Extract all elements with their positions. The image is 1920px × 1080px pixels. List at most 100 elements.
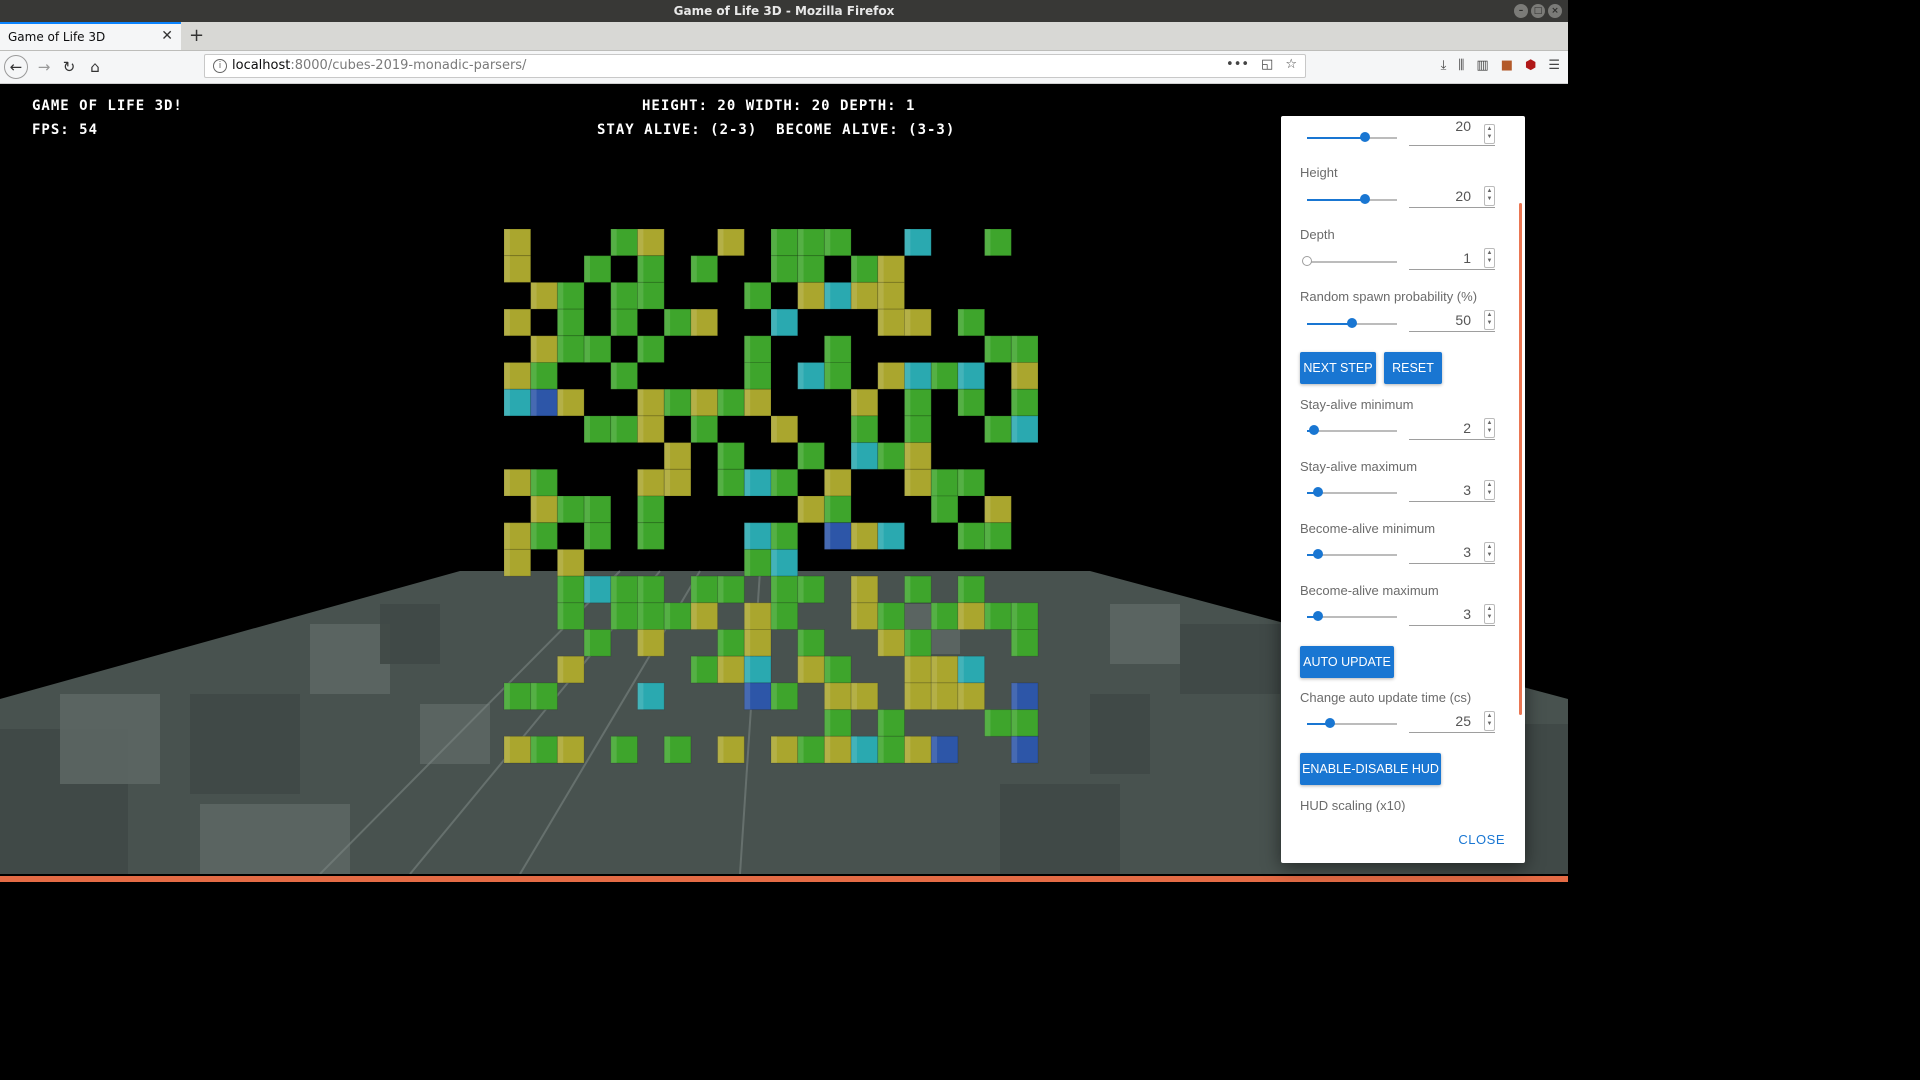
reset-button[interactable]: Reset: [1384, 352, 1442, 384]
cell-highlight: [824, 282, 831, 310]
cell-highlight: [797, 442, 804, 470]
cell-highlight: [984, 709, 991, 737]
home-icon[interactable]: ⌂: [83, 55, 107, 79]
tab-game-of-life[interactable]: Game of Life 3D ✕: [0, 22, 181, 50]
cell-highlight: [557, 602, 564, 630]
minimize-icon[interactable]: –: [1514, 4, 1528, 18]
cell-highlight: [744, 335, 751, 363]
cell-highlight: [957, 656, 964, 683]
height-slider[interactable]: [1307, 194, 1397, 204]
cell-highlight: [957, 682, 964, 710]
stay-min-slider-thumb[interactable]: [1309, 425, 1320, 435]
cell-highlight: [931, 656, 938, 683]
cell-highlight: [1011, 629, 1018, 657]
cell-highlight: [744, 629, 751, 657]
height-slider-fill: [1307, 199, 1365, 201]
height-input[interactable]: 20 ▲ ▼: [1409, 186, 1495, 208]
become-min-input[interactable]: 3 ▲ ▼: [1409, 542, 1495, 564]
more-actions-icon[interactable]: •••: [1226, 57, 1249, 72]
stay-max-slider[interactable]: [1307, 487, 1397, 497]
enable-disable-hud-button[interactable]: Enable-Disable HUD: [1300, 753, 1441, 785]
next-step-button[interactable]: Next Step: [1300, 352, 1376, 384]
stay-min-input[interactable]: 2 ▲ ▼: [1409, 418, 1495, 440]
become-max-slider[interactable]: [1307, 611, 1397, 621]
cell-highlight: [637, 496, 644, 523]
cell-highlight: [530, 469, 537, 496]
cell-highlight: [957, 309, 964, 336]
cell-highlight: [637, 602, 644, 630]
url-bar[interactable]: i localhost:8000/cubes-2019-monadic-pars…: [204, 54, 1306, 78]
stay-max-input[interactable]: 3 ▲ ▼: [1409, 480, 1495, 502]
cell-highlight: [904, 736, 911, 763]
become-min-spinner-icon[interactable]: ▲ ▼: [1484, 542, 1495, 562]
cell-highlight: [957, 389, 964, 416]
reload-icon[interactable]: ↻: [57, 55, 81, 79]
cell-highlight: [584, 629, 590, 657]
cell-highlight: [877, 602, 884, 630]
pocket-icon[interactable]: ◱: [1261, 57, 1273, 72]
stay-max-slider-thumb[interactable]: [1312, 487, 1323, 497]
forward-arrow-icon[interactable]: →: [32, 55, 56, 79]
become-max-input[interactable]: 3 ▲ ▼: [1409, 604, 1495, 626]
ublock-icon[interactable]: ⬢: [1525, 58, 1536, 73]
cell-highlight: [771, 682, 777, 710]
auto-update-button[interactable]: Auto Update: [1300, 646, 1394, 678]
new-tab-icon[interactable]: +: [189, 25, 204, 46]
download-icon[interactable]: ⤓: [1441, 58, 1447, 73]
maximize-icon[interactable]: □: [1531, 4, 1545, 18]
bookmark-star-icon[interactable]: ☆: [1285, 57, 1297, 72]
close-window-icon[interactable]: ×: [1548, 4, 1562, 18]
stay-min-spinner-icon[interactable]: ▲ ▼: [1484, 418, 1495, 438]
width-spinner-icon[interactable]: ▲ ▼: [1484, 124, 1495, 144]
library-icon[interactable]: ⫼: [1458, 58, 1464, 73]
spawn-slider[interactable]: [1307, 318, 1397, 328]
cell-highlight: [664, 602, 671, 630]
cell-highlight: [877, 442, 884, 470]
cell-highlight: [851, 442, 857, 470]
cell-highlight: [744, 362, 751, 390]
become-min-slider[interactable]: [1307, 549, 1397, 559]
cell-highlight: [610, 576, 617, 603]
width-input[interactable]: 20 ▲ ▼: [1409, 118, 1495, 146]
depth-slider[interactable]: [1302, 256, 1397, 266]
become-max-slider-thumb[interactable]: [1312, 611, 1323, 621]
spawn-input[interactable]: 50 ▲ ▼: [1409, 310, 1495, 332]
hamburger-menu-icon[interactable]: ☰: [1548, 58, 1560, 73]
panel-scrollbar[interactable]: [1519, 203, 1522, 715]
depth-input[interactable]: 1 ▲ ▼: [1409, 248, 1495, 270]
width-slider-thumb[interactable]: [1359, 132, 1370, 142]
spawn-slider-thumb[interactable]: [1347, 318, 1357, 328]
auto-time-slider-thumb[interactable]: [1324, 718, 1335, 728]
depth-spinner-icon[interactable]: ▲ ▼: [1484, 248, 1495, 268]
cell-highlight: [824, 709, 831, 737]
stay-max-spinner-icon[interactable]: ▲ ▼: [1484, 480, 1495, 500]
site-info-icon[interactable]: i: [213, 59, 227, 73]
width-slider[interactable]: [1307, 132, 1397, 142]
cell-highlight: [984, 522, 991, 550]
height-slider-thumb[interactable]: [1359, 194, 1370, 204]
auto-time-spinner-icon[interactable]: ▲ ▼: [1484, 711, 1495, 731]
become-max-spinner-icon[interactable]: ▲ ▼: [1484, 604, 1495, 624]
depth-slider-thumb[interactable]: [1302, 256, 1312, 266]
cell-highlight: [904, 415, 911, 443]
cell-highlight: [1011, 736, 1018, 763]
back-arrow-icon[interactable]: ←: [4, 55, 28, 79]
auto-time-slider[interactable]: [1307, 718, 1397, 728]
cell-highlight: [851, 522, 857, 550]
cell-highlight: [530, 682, 537, 710]
height-spinner-icon[interactable]: ▲ ▼: [1484, 186, 1495, 206]
url-host: localhost: [232, 58, 291, 73]
cell-highlight: [557, 576, 564, 603]
settings-scroll-area[interactable]: 20 ▲ ▼ Height 20 ▲ ▼ Depth 1 ▲ ▼ Random spa…: [1281, 116, 1525, 812]
spawn-spinner-icon[interactable]: ▲ ▼: [1484, 310, 1495, 330]
cell-highlight: [557, 389, 564, 416]
close-panel-button[interactable]: Close: [1458, 832, 1505, 847]
stay-min-slider[interactable]: [1307, 425, 1397, 435]
extension-icon[interactable]: ■: [1501, 58, 1513, 73]
cell-highlight: [797, 229, 804, 256]
become-min-slider-thumb[interactable]: [1312, 549, 1323, 559]
auto-time-input[interactable]: 25 ▲ ▼: [1409, 711, 1495, 733]
close-tab-icon[interactable]: ✕: [161, 28, 173, 44]
sidebar-icon[interactable]: ▥: [1476, 58, 1488, 73]
cell-highlight: [610, 415, 617, 443]
